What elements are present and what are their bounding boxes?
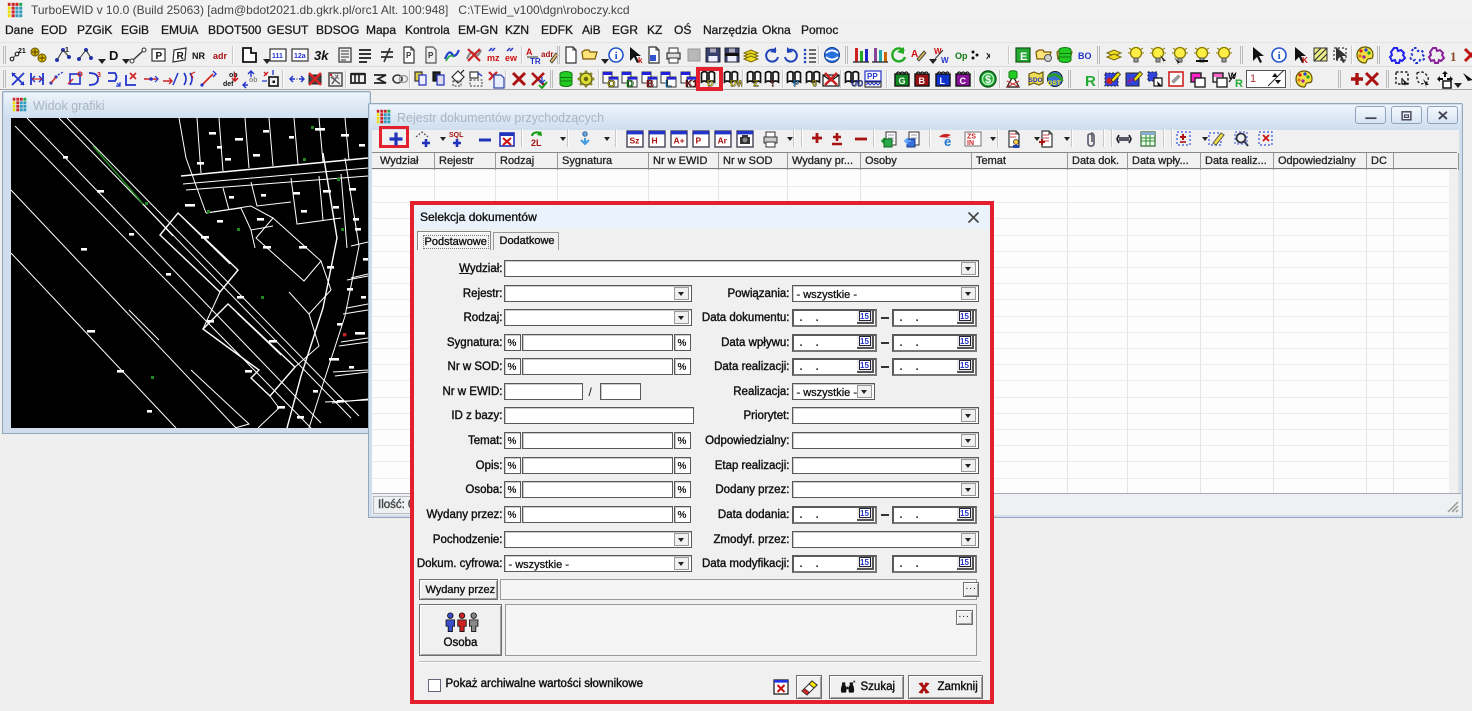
- svg-text:0: 0: [813, 79, 818, 89]
- svg-text:D: D: [627, 79, 634, 89]
- svg-text:G: G: [899, 76, 906, 86]
- svg-text:A+: A+: [674, 136, 685, 146]
- svg-text:adr: adr: [213, 51, 228, 61]
- svg-text:H: H: [652, 136, 658, 146]
- svg-text:PP: PP: [867, 72, 878, 81]
- svg-text:L: L: [939, 76, 945, 86]
- svg-text:k: k: [638, 56, 643, 65]
- svg-text:i: i: [1278, 50, 1281, 62]
- svg-text:K: K: [1302, 56, 1308, 65]
- svg-text:R: R: [1235, 78, 1243, 89]
- svg-text:def: def: [223, 81, 234, 88]
- svg-text:D: D: [109, 48, 118, 63]
- svg-text:SDO: SDO: [1029, 77, 1043, 84]
- svg-text:IN: IN: [967, 140, 974, 147]
- svg-text:A: A: [526, 47, 533, 57]
- svg-text:P: P: [428, 51, 434, 60]
- svg-text:ob: ob: [249, 77, 258, 84]
- svg-text:ew: ew: [505, 53, 518, 63]
- svg-text:e: e: [944, 134, 951, 149]
- svg-text:i: i: [615, 50, 618, 62]
- svg-text:UDP: UDP: [852, 79, 864, 89]
- svg-text:L: L: [666, 79, 672, 89]
- svg-text:111: 111: [272, 53, 283, 60]
- svg-text:GST: GST: [1048, 80, 1061, 87]
- svg-text:21: 21: [18, 48, 26, 55]
- svg-text:W: W: [934, 47, 942, 56]
- svg-text:!: !: [772, 79, 775, 89]
- svg-text:adr: adr: [541, 50, 553, 59]
- svg-text:3: 3: [97, 72, 101, 79]
- svg-text:Op: Op: [955, 51, 968, 61]
- svg-text:R: R: [177, 51, 185, 62]
- svg-text:XY: XY: [986, 51, 990, 61]
- svg-text:12a: 12a: [294, 53, 306, 60]
- svg-text:Z: Z: [754, 79, 759, 89]
- svg-text:3k: 3k: [314, 48, 329, 63]
- svg-text:P: P: [406, 51, 412, 60]
- svg-text:1: 1: [65, 47, 69, 54]
- svg-text:Sz: Sz: [630, 136, 640, 146]
- svg-text:$: $: [985, 74, 991, 86]
- svg-text:R: R: [1085, 73, 1096, 89]
- svg-text:BO: BO: [1078, 51, 1092, 61]
- svg-text:P: P: [156, 51, 163, 62]
- svg-text:D: D: [708, 79, 714, 89]
- svg-text:mz: mz: [487, 53, 500, 63]
- svg-text:DW: DW: [731, 79, 743, 89]
- svg-text:W: W: [941, 56, 949, 65]
- svg-text:SQL: SQL: [449, 132, 464, 139]
- svg-text:Ar: Ar: [718, 136, 728, 146]
- svg-text:P: P: [794, 79, 800, 89]
- svg-text:1: 1: [1450, 49, 1457, 64]
- svg-text:C: C: [959, 76, 966, 86]
- svg-text:NR: NR: [192, 51, 205, 61]
- svg-text:ob: ob: [229, 72, 238, 79]
- svg-text:B: B: [646, 79, 653, 89]
- svg-text:O: O: [608, 79, 616, 89]
- svg-text:E: E: [1020, 51, 1027, 63]
- svg-text:B: B: [919, 76, 926, 86]
- svg-text:P: P: [696, 136, 702, 146]
- svg-text:2L: 2L: [531, 138, 542, 148]
